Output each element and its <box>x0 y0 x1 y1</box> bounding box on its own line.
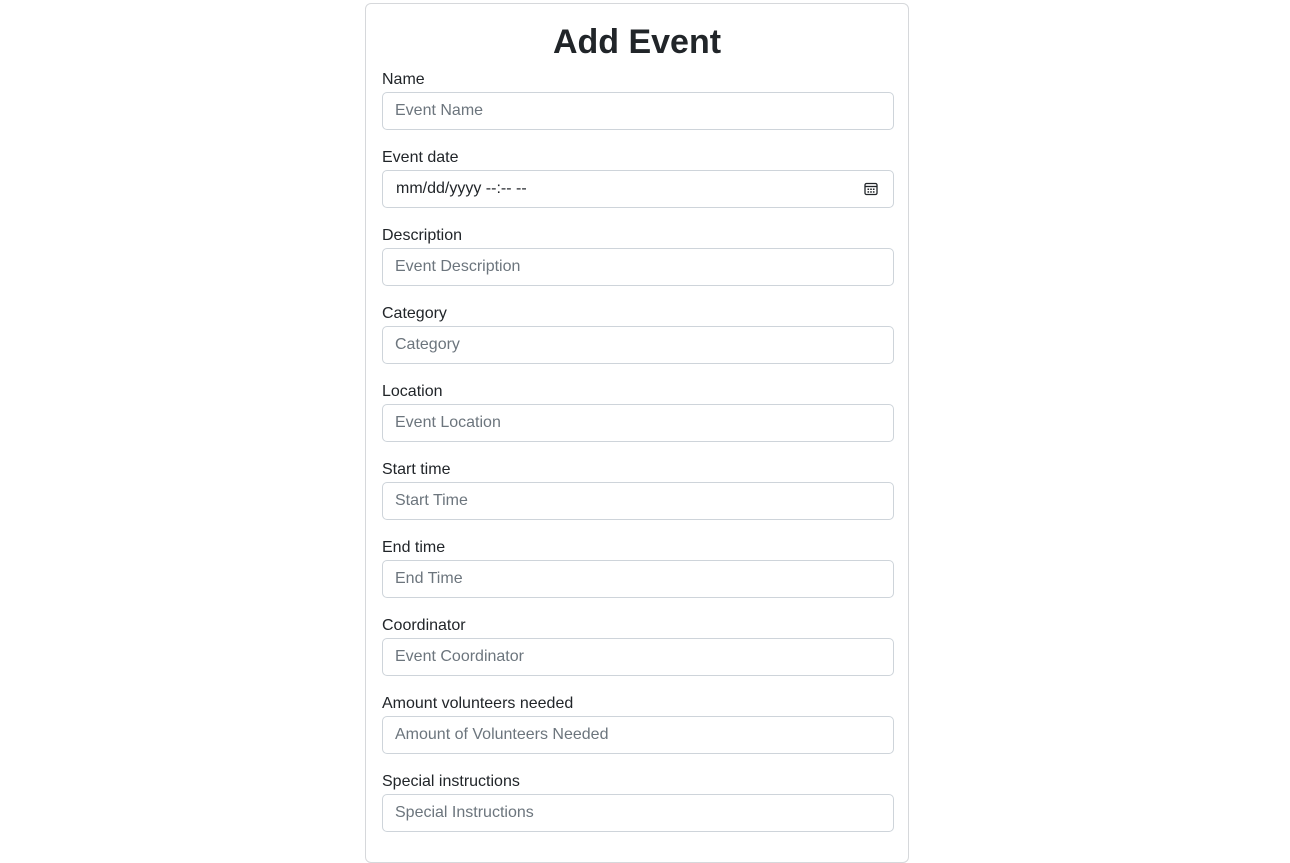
location-input[interactable] <box>383 405 893 441</box>
calendar-icon[interactable] <box>864 182 878 196</box>
coordinator-input[interactable] <box>383 639 893 675</box>
special-instructions-field-group: Special instructions <box>382 772 894 832</box>
description-input-box[interactable] <box>382 248 894 286</box>
category-input-box[interactable] <box>382 326 894 364</box>
name-input-box[interactable] <box>382 92 894 130</box>
description-input[interactable] <box>383 249 893 285</box>
coordinator-input-box[interactable] <box>382 638 894 676</box>
coordinator-label: Coordinator <box>382 617 466 634</box>
name-input[interactable] <box>383 93 893 129</box>
description-field-group: Description <box>382 226 894 286</box>
event-date-label: Event date <box>382 149 459 166</box>
start-time-input[interactable] <box>383 483 893 519</box>
start-time-label: Start time <box>382 461 451 478</box>
end-time-input-box[interactable] <box>382 560 894 598</box>
volunteers-needed-input-box[interactable] <box>382 716 894 754</box>
location-field-group: Location <box>382 382 894 442</box>
special-instructions-input[interactable] <box>383 795 893 831</box>
category-label: Category <box>382 305 447 322</box>
volunteers-needed-label: Amount volunteers needed <box>382 695 574 712</box>
category-field-group: Category <box>382 304 894 364</box>
end-time-label: End time <box>382 539 446 556</box>
category-input[interactable] <box>383 327 893 363</box>
name-field-group: Name <box>382 70 894 130</box>
volunteers-needed-input[interactable] <box>383 717 893 753</box>
location-label: Location <box>382 383 443 400</box>
end-time-field-group: End time <box>382 538 894 598</box>
form-title: Add Event <box>552 23 722 61</box>
location-input-box[interactable] <box>382 404 894 442</box>
special-instructions-input-box[interactable] <box>382 794 894 832</box>
coordinator-field-group: Coordinator <box>382 616 894 676</box>
add-event-form: Add Event Name Event date mm/dd/yyyy --:… <box>365 3 909 863</box>
event-date-field-group: Event date mm/dd/yyyy --:-- -- <box>382 148 894 208</box>
start-time-field-group: Start time <box>382 460 894 520</box>
end-time-input[interactable] <box>383 561 893 597</box>
special-instructions-label: Special instructions <box>382 773 520 790</box>
description-label: Description <box>382 227 463 244</box>
event-date-input[interactable]: mm/dd/yyyy --:-- -- <box>382 170 894 208</box>
start-time-input-box[interactable] <box>382 482 894 520</box>
volunteers-needed-field-group: Amount volunteers needed <box>382 694 894 754</box>
event-date-value[interactable]: mm/dd/yyyy --:-- -- <box>396 171 527 207</box>
name-label: Name <box>382 71 425 88</box>
